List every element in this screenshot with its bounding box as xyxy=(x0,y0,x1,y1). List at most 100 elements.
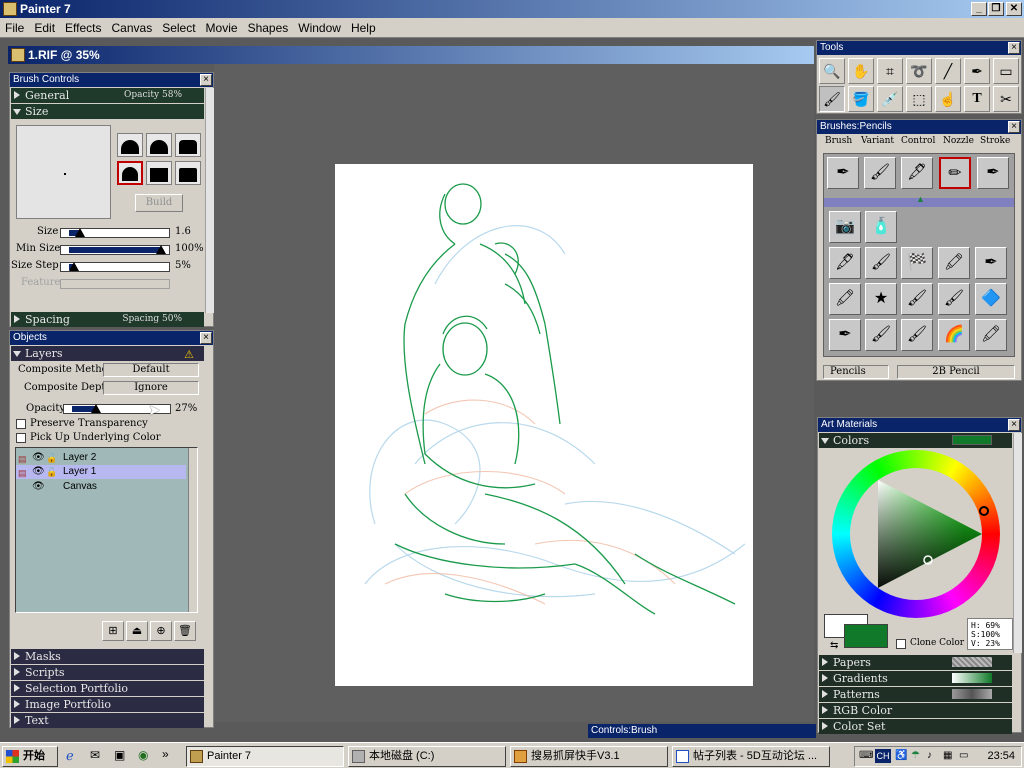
color-set-section[interactable]: Color Set xyxy=(819,719,1012,734)
slider-knob[interactable] xyxy=(91,404,101,413)
layers-section[interactable]: Layers ⚠ xyxy=(11,346,204,361)
preserve-transparency-checkbox[interactable] xyxy=(16,419,26,429)
art-materials-title[interactable]: Art Materials xyxy=(818,418,1021,432)
brush-category-select[interactable]: Pencils xyxy=(823,365,889,379)
brush-controls-close-button[interactable]: × xyxy=(200,74,212,86)
menu-edit[interactable]: Edit xyxy=(29,18,60,35)
pen-icon[interactable]: ✒ xyxy=(964,58,990,84)
brush-category-2[interactable]: 🖌 xyxy=(864,157,896,189)
brush-category-15[interactable]: 🖌 xyxy=(901,283,933,315)
close-button[interactable]: ✕ xyxy=(1006,2,1022,16)
eye-icon[interactable]: 👁 xyxy=(32,480,45,494)
slider-knob[interactable] xyxy=(156,245,166,254)
quick-launch-chevron-icon[interactable]: » xyxy=(162,747,169,761)
scripts-section[interactable]: Scripts xyxy=(11,665,204,680)
lock-icon[interactable]: 🔓 xyxy=(46,451,57,465)
brush-tip-profile-2[interactable] xyxy=(146,133,172,157)
brush-tip-profile-4[interactable] xyxy=(117,161,143,185)
colors-section[interactable]: Colors xyxy=(819,433,1012,448)
dropper-icon[interactable]: 💉 xyxy=(877,86,903,112)
eye-icon[interactable]: 👁 xyxy=(32,451,45,465)
input-language-indicator[interactable]: CH xyxy=(875,749,891,763)
brush-category-cloner[interactable]: 🧴 xyxy=(865,211,897,243)
build-button[interactable]: Build xyxy=(135,194,183,212)
clone-color-checkbox[interactable] xyxy=(896,639,906,649)
brush-category-13[interactable]: 🖍 xyxy=(829,283,861,315)
size-section[interactable]: Size xyxy=(11,104,204,119)
layer-adjuster-icon[interactable]: ☝ xyxy=(935,86,961,112)
brush-category-22[interactable]: 🖍 xyxy=(975,319,1007,351)
composite-depth-select[interactable]: Ignore xyxy=(103,381,199,395)
menu-shapes[interactable]: Shapes xyxy=(243,18,294,35)
selection-portfolio-section[interactable]: Selection Portfolio xyxy=(11,681,204,696)
taskbar-item-browser[interactable]: 帖子列表 - 5D互动论坛 ... xyxy=(672,746,830,767)
magic-wand-icon[interactable]: ╱ xyxy=(935,58,961,84)
eye-icon[interactable]: 👁 xyxy=(32,465,45,479)
brush-category-17[interactable]: 🔷 xyxy=(975,283,1007,315)
brush-tool-icon[interactable]: 🖌 xyxy=(819,86,845,112)
start-button[interactable]: 开始 xyxy=(2,746,58,767)
image-portfolio-section[interactable]: Image Portfolio xyxy=(11,697,204,712)
rgb-color-section[interactable]: RGB Color xyxy=(819,703,1012,718)
rectangle-shape-icon[interactable]: ▭ xyxy=(993,58,1019,84)
menu-effects[interactable]: Effects xyxy=(60,18,106,35)
magnifier-icon[interactable]: 🔍 xyxy=(819,58,845,84)
menu-select[interactable]: Select xyxy=(157,18,200,35)
drawer-up-arrow-icon[interactable]: ▲ xyxy=(916,194,925,204)
internet-explorer-icon[interactable]: ℯ xyxy=(66,748,74,764)
layer-adjuster-button[interactable]: ⊞ xyxy=(102,621,124,641)
rectangular-selection-icon[interactable]: ⬚ xyxy=(906,86,932,112)
size-step-slider[interactable] xyxy=(60,262,170,272)
text-tool-icon[interactable]: T xyxy=(964,86,990,112)
brush-controls-title[interactable]: Brush Controls xyxy=(10,73,213,87)
brushes-menu-nozzle[interactable]: Nozzle xyxy=(943,136,974,146)
controls-brush-palette[interactable]: Controls:Brush xyxy=(588,724,816,738)
brush-category-11[interactable]: 🖍 xyxy=(938,247,970,279)
text-section[interactable]: Text xyxy=(11,713,204,728)
brush-tip-profile-1[interactable] xyxy=(117,133,143,157)
layers-list-scrollbar[interactable] xyxy=(188,448,197,612)
composite-method-select[interactable]: Default xyxy=(103,363,199,377)
dynamic-plugin-button[interactable]: ⏏ xyxy=(126,621,148,641)
hue-indicator-icon[interactable] xyxy=(979,506,989,516)
brush-category-19[interactable]: 🖌 xyxy=(865,319,897,351)
layer-row-layer-1[interactable]: ▤ 👁 🔓 Layer 1 xyxy=(16,465,186,479)
spacing-section[interactable]: Spacing Spacing 50% xyxy=(11,312,204,327)
show-desktop-icon[interactable]: ▣ xyxy=(114,748,125,762)
size-slider[interactable] xyxy=(60,228,170,238)
brush-category-pencils[interactable]: ✏ xyxy=(939,157,971,189)
brush-category-star[interactable]: ★ xyxy=(865,283,897,315)
new-layer-button[interactable]: ⊕ xyxy=(150,621,172,641)
lasso-icon[interactable]: ➰ xyxy=(906,58,932,84)
min-size-slider[interactable] xyxy=(60,245,170,255)
document-titlebar[interactable]: 1.RIF @ 35% xyxy=(8,46,814,64)
saturation-value-triangle[interactable] xyxy=(832,450,1000,618)
objects-title[interactable]: Objects xyxy=(10,331,213,345)
gradients-section[interactable]: Gradients xyxy=(819,671,1012,686)
trash-icon[interactable]: 🗑 xyxy=(174,621,196,641)
brush-variant-select[interactable]: 2B Pencil xyxy=(897,365,1015,379)
taskbar-item-screen-capture[interactable]: 搜易抓屏快手V3.1 xyxy=(510,746,668,767)
masks-section[interactable]: Masks xyxy=(11,649,204,664)
layer-row-layer-2[interactable]: ▤ 👁 🔓 Layer 2 xyxy=(16,451,186,465)
brush-category-9[interactable]: 🖌 xyxy=(865,247,897,279)
painter-app-icon[interactable] xyxy=(3,2,17,16)
brush-category-camera[interactable]: 📷 xyxy=(829,211,861,243)
outlook-express-icon[interactable]: ✉ xyxy=(90,748,100,762)
brush-category-16[interactable]: 🖌 xyxy=(938,283,970,315)
brush-category-18[interactable]: ✒ xyxy=(829,319,861,351)
slider-knob[interactable] xyxy=(75,228,85,237)
menu-window[interactable]: Window xyxy=(293,18,346,35)
tray-monitor-icon[interactable]: ▭ xyxy=(959,750,968,761)
paint-bucket-icon[interactable]: 🪣 xyxy=(848,86,874,112)
keyboard-icon[interactable]: ⌨ xyxy=(859,750,873,761)
slider-knob[interactable] xyxy=(69,262,79,271)
brushes-title[interactable]: Brushes:Pencils xyxy=(817,120,1021,134)
lock-icon[interactable]: 🔓 xyxy=(46,465,57,479)
brush-category-8[interactable]: 🖋 xyxy=(829,247,861,279)
primary-color-swatch[interactable] xyxy=(844,624,888,648)
menu-movie[interactable]: Movie xyxy=(201,18,243,35)
menu-file[interactable]: File xyxy=(0,18,29,35)
layer-row-canvas[interactable]: 👁 Canvas xyxy=(16,480,186,494)
brush-tip-profile-3[interactable] xyxy=(175,133,201,157)
